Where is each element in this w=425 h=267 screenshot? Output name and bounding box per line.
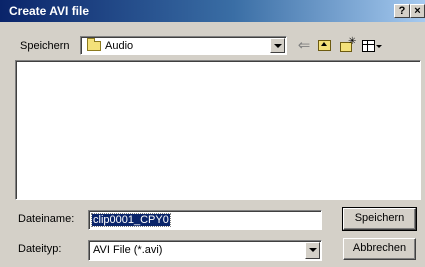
new-folder-icon[interactable]: ✳ — [337, 36, 357, 55]
filename-label: Dateiname: — [18, 213, 75, 225]
cancel-button[interactable]: Abbrechen — [343, 238, 416, 260]
chevron-down-icon[interactable] — [305, 242, 320, 259]
chevron-down-icon[interactable] — [270, 38, 285, 53]
filetype-label: Dateityp: — [18, 243, 62, 255]
view-menu-icon[interactable] — [360, 37, 382, 55]
folder-select[interactable]: Audio — [80, 36, 287, 55]
save-button[interactable]: Speichern — [342, 207, 417, 231]
title-bar[interactable]: Create AVI file ? × — [0, 0, 425, 22]
filetype-value: AVI File (*.avi) — [93, 244, 163, 256]
save-in-label: Speichern — [20, 40, 70, 52]
file-list[interactable] — [15, 60, 421, 200]
window-title: Create AVI file — [9, 4, 90, 18]
folder-icon — [87, 38, 101, 51]
filetype-select[interactable]: AVI File (*.avi) — [88, 240, 322, 261]
folder-select-value: Audio — [105, 40, 134, 52]
up-folder-icon[interactable] — [315, 37, 335, 55]
back-arrow-icon[interactable]: ⇐ — [294, 37, 314, 55]
filename-value: clip0001_CPY0 — [91, 213, 171, 227]
help-button[interactable]: ? — [394, 4, 410, 18]
close-button[interactable]: × — [410, 4, 425, 18]
filename-input[interactable]: clip0001_CPY0 — [88, 210, 322, 230]
